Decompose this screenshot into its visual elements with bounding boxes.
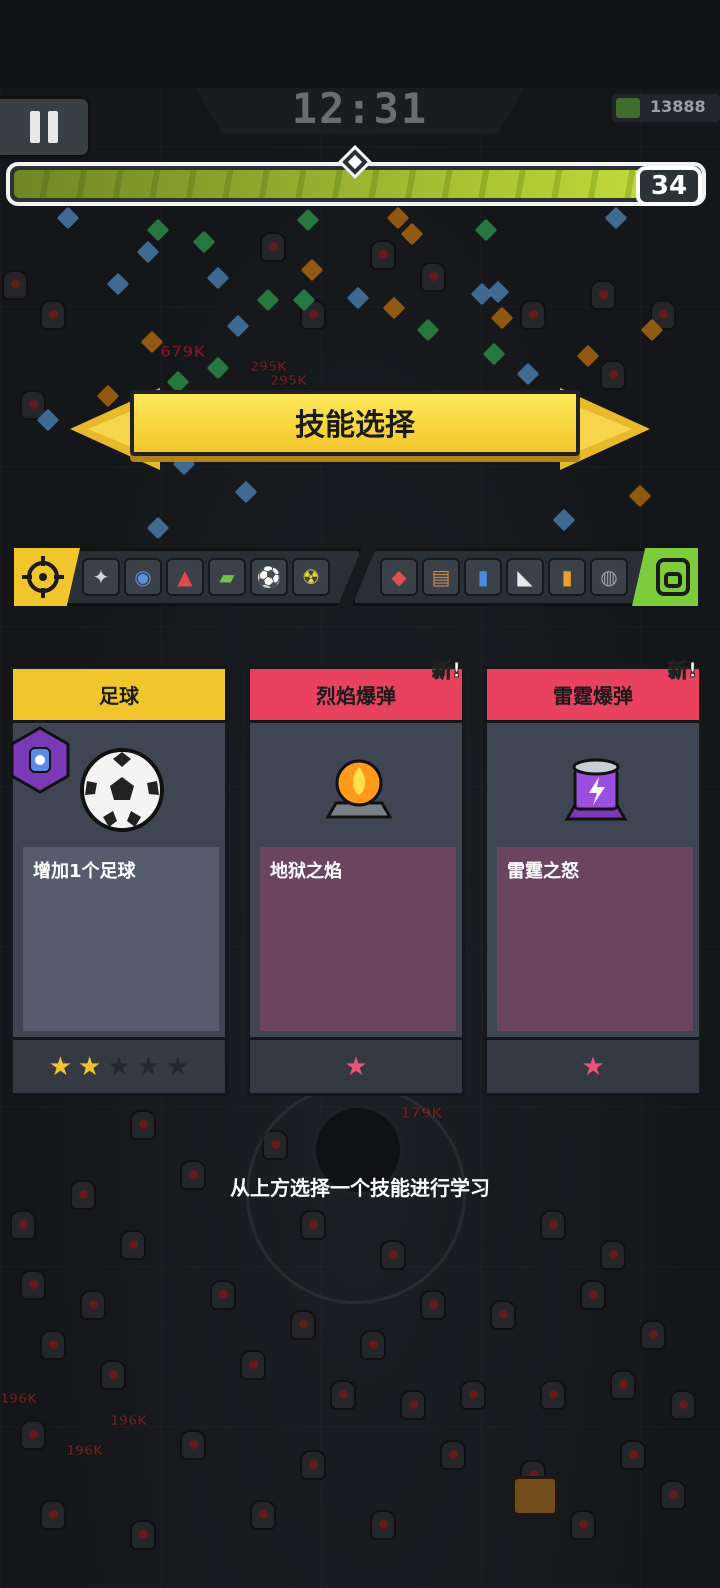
passive-slot-sneaker: ◣ [506, 558, 544, 596]
crosshair-icon [22, 556, 64, 598]
star-empty-icon: ★ [107, 1051, 131, 1082]
star-empty-icon: ★ [165, 1051, 190, 1082]
card-star-rating: ★ [487, 1037, 699, 1093]
weapon-slot-bottle: ▰ [208, 558, 246, 596]
passive-slot-ammo: ◆ [380, 558, 418, 596]
passive-slot-magnet: ◍ [590, 558, 628, 596]
backpack-icon [656, 558, 690, 596]
pause-icon [30, 111, 40, 143]
card-description: 地狱之焰 [270, 861, 342, 882]
banner-title: 技能选择 [295, 408, 415, 443]
star-empty-icon: ★ [136, 1051, 160, 1082]
passive-slot-book: ▤ [422, 558, 460, 596]
weapon-slot-radiation: ☢ [292, 558, 330, 596]
new-tag: 新! [431, 658, 462, 683]
weapon-slot-wind-blade: ✦ [82, 558, 120, 596]
pause-button[interactable] [0, 96, 91, 158]
card-title: 烈焰爆弹 [250, 669, 462, 723]
skill-card-thunder-bomb[interactable]: 雷霆爆弹 雷霆之怒 ★ [484, 666, 702, 1096]
star-filled-icon: ★ [48, 1051, 73, 1082]
card-title: 足球 [13, 669, 225, 723]
evolution-badge-icon [6, 726, 74, 794]
gold-amount: 13888 [650, 97, 706, 116]
skill-card-fire-bomb[interactable]: 烈焰爆弹 地狱之焰 ★ [247, 666, 465, 1096]
game-timer: 12:31 [291, 84, 429, 133]
level-badge: 34 [636, 166, 702, 206]
card-star-rating: ★ ★ ★ ★ ★ [13, 1037, 225, 1093]
card-description: 增加1个足球 [33, 861, 136, 882]
star-empty-icon: ★ [581, 1051, 605, 1082]
weapon-slot-drone: ◉ [124, 558, 162, 596]
selection-hint: 从上方选择一个技能进行学习 [230, 1176, 490, 1200]
card-star-rating: ★ [250, 1037, 462, 1093]
fire-bomb-icon [316, 747, 402, 833]
passive-slot-battery: ▮ [548, 558, 586, 596]
thunder-bomb-icon [553, 747, 639, 833]
passive-slot-drink: ▮ [464, 558, 502, 596]
cash-icon [616, 98, 640, 118]
soccer-ball-icon [79, 747, 165, 833]
weapon-slot-cone: ▲ [166, 558, 204, 596]
weapon-slot-soccer-ball: ⚽ [250, 558, 288, 596]
card-description: 雷霆之怒 [507, 861, 579, 882]
star-filled-icon: ★ [78, 1051, 102, 1082]
star-empty-icon: ★ [344, 1051, 368, 1082]
new-tag: 新! [667, 658, 698, 683]
